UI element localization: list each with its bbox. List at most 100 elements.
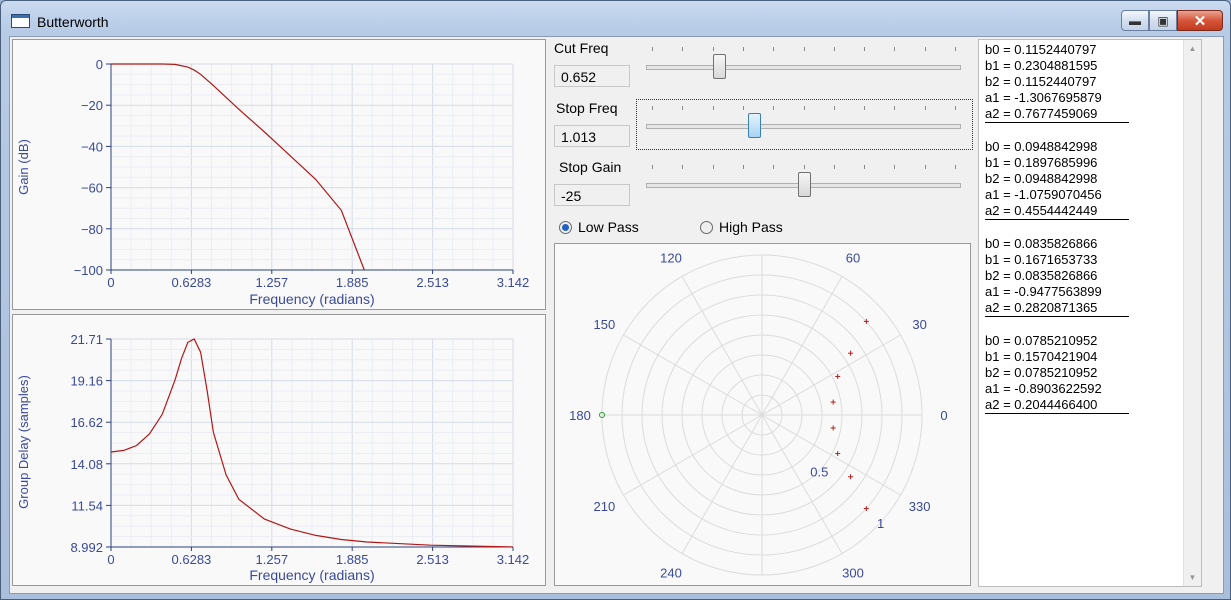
maximize-icon: ▣ [1157,13,1169,28]
coefficient-block: b0 = 0.1152440797 b1 = 0.2304881595 b2 = 0… [985,42,1129,123]
delay-plot: 21.71 19.16 16.62 14.08 11.54 8.992 0 0.6283 1.… [16,332,530,583]
polar-angle-label: 150 [594,317,616,332]
polar-angle-label: 210 [594,499,616,514]
ytick-label: −100 [74,263,103,278]
close-icon: ✕ [1193,12,1207,30]
coefficient-block: b0 = 0.0785210952 b1 = 0.1570421904 b2 = 0… [985,333,1129,414]
coefficient-line: b2 = 0.0835826866 [985,268,1098,283]
ytick-label: −60 [81,181,103,196]
coefficients-textbox[interactable]: b0 = 0.1152440797 b1 = 0.2304881595 b2 = 0… [978,39,1202,587]
stop-gain-label: Stop Gain [559,159,622,175]
ytick-label: −40 [81,139,103,154]
coefficient-line: b0 = 0.0948842998 [985,139,1098,154]
ytick-label: 16.62 [70,415,103,430]
high-pass-label: High Pass [719,219,783,235]
polar-angle-label: 60 [846,250,860,265]
minimize-icon: ▬ [1129,13,1141,28]
coefficient-line: a1 = -1.3067695879 [985,90,1102,105]
xtick-label: 2.513 [416,275,449,290]
coefficient-line: b1 = 0.1570421904 [985,349,1098,364]
coefficient-block: b0 = 0.0835826866 b1 = 0.1671653733 b2 = 0… [985,236,1129,317]
ytick-label: 8.992 [70,540,103,555]
stop-freq-label: Stop Freq [556,100,618,116]
pole-marker [835,451,841,457]
high-pass-radio-dot[interactable] [700,220,713,234]
coefficient-line: b2 = 0.1152440797 [985,74,1097,89]
xtick-label: 1.257 [256,552,289,567]
client-area: 0 −20 −40 −60 −80 −100 0 0.6283 1.257 1.885 2.513… [9,36,1224,594]
xtick-label: 1.257 [256,275,289,290]
coefficient-line: b1 = 0.2304881595 [985,58,1098,73]
coefficient-line: b1 = 0.1897685996 [985,155,1098,170]
gain-plot-panel: 0 −20 −40 −60 −80 −100 0 0.6283 1.257 1.885 2.513… [12,39,546,310]
polar-angle-label: 180 [569,408,591,423]
stop-gain-slider-thumb[interactable] [797,172,811,197]
stop-gain-slider[interactable] [646,161,961,201]
polar-angle-label: 240 [660,566,682,581]
polar-angle-label: 300 [842,566,864,581]
coefficient-line: b0 = 0.0785210952 [985,333,1098,348]
low-pass-label: Low Pass [578,219,639,235]
coefficient-line: b0 = 0.0835826866 [985,236,1098,251]
pole-zero-plot: 0 30 60 120 150 180 210 240 300 330 0.5 1 [569,250,947,581]
coefficient-line: b2 = 0.0785210952 [985,365,1098,380]
xtick-label: 2.513 [416,552,449,567]
xtick-label: 3.142 [497,275,530,290]
ytick-label: 14.08 [70,457,103,472]
coefficient-line: a2 = 0.7677459069 [985,106,1098,121]
pole-marker [835,373,841,379]
maximize-button[interactable]: ▣ [1149,10,1177,31]
cut-freq-slider[interactable] [646,43,961,83]
polar-radius-label: 0.5 [810,464,828,479]
pole-marker [848,350,854,356]
xtick-label: 0.6283 [172,275,212,290]
low-pass-radio-dot[interactable] [559,220,572,234]
xtick-label: 0.6283 [172,552,212,567]
coefficient-line: a2 = 0.4554442449 [985,203,1098,218]
window-title: Butterworth [37,14,109,30]
high-pass-radio[interactable]: High Pass [700,219,783,235]
delay-plot-panel: 21.71 19.16 16.62 14.08 11.54 8.992 0 0.6283 1.… [12,314,546,586]
stop-freq-value[interactable]: 1.013 [554,125,630,147]
polar-angle-label: 330 [909,499,931,514]
stop-gain-value[interactable]: -25 [554,184,630,206]
xtick-label: 0 [107,552,114,567]
coefficient-line: a1 = -0.9477563899 [985,284,1102,299]
minimize-button[interactable]: ▬ [1121,10,1149,31]
pole-marker [848,474,854,480]
gain-plot: 0 −20 −40 −60 −80 −100 0 0.6283 1.257 1.885 2.513… [16,57,530,307]
xtick-label: 1.885 [336,275,369,290]
stop-freq-slider[interactable] [646,102,961,142]
scroll-down-icon[interactable]: ▼ [1184,569,1201,586]
ytick-label: 19.16 [70,374,103,389]
cut-freq-value[interactable]: 0.652 [554,65,630,87]
coefficient-line: b1 = 0.1671653733 [985,252,1098,267]
window-icon [11,14,30,28]
low-pass-radio[interactable]: Low Pass [559,219,639,235]
coefficient-line: a2 = 0.2044466400 [985,397,1098,412]
title-bar[interactable]: Butterworth ▬ ▣ ✕ [1,1,1230,37]
main-window: Butterworth ▬ ▣ ✕ 0 −20 −40 −60 −80 −100 0 0.6… [0,0,1231,600]
ytick-label: −80 [81,222,103,237]
cut-freq-slider-thumb[interactable] [713,54,727,79]
coefficient-line: a1 = -0.8903622592 [985,381,1102,396]
polar-angle-label: 0 [940,408,947,423]
xtick-label: 3.142 [497,552,530,567]
xtick-label: 0 [107,275,114,290]
coefficient-line: b0 = 0.1152440797 [985,42,1097,57]
coefficient-line: a1 = -1.0759070456 [985,187,1102,202]
coefficient-block: b0 = 0.0948842998 b1 = 0.1897685996 b2 = 0… [985,139,1129,220]
ytick-label: 0 [96,57,103,72]
coefficient-line: b2 = 0.0948842998 [985,171,1098,186]
ytick-label: 11.54 [71,498,103,513]
vertical-scrollbar[interactable]: ▲ ▼ [1183,40,1201,586]
ytick-label: 21.71 [70,332,103,347]
pole-zero-plot-panel: 0 30 60 120 150 180 210 240 300 330 0.5 1 [554,243,971,586]
delay-xlabel: Frequency (radians) [249,567,374,583]
gain-xlabel: Frequency (radians) [249,291,374,307]
coefficient-line: a2 = 0.2820871365 [985,300,1098,315]
stop-freq-slider-thumb[interactable] [747,113,761,138]
scroll-up-icon[interactable]: ▲ [1184,40,1201,57]
close-button[interactable]: ✕ [1177,10,1223,31]
polar-angle-label: 30 [912,317,926,332]
